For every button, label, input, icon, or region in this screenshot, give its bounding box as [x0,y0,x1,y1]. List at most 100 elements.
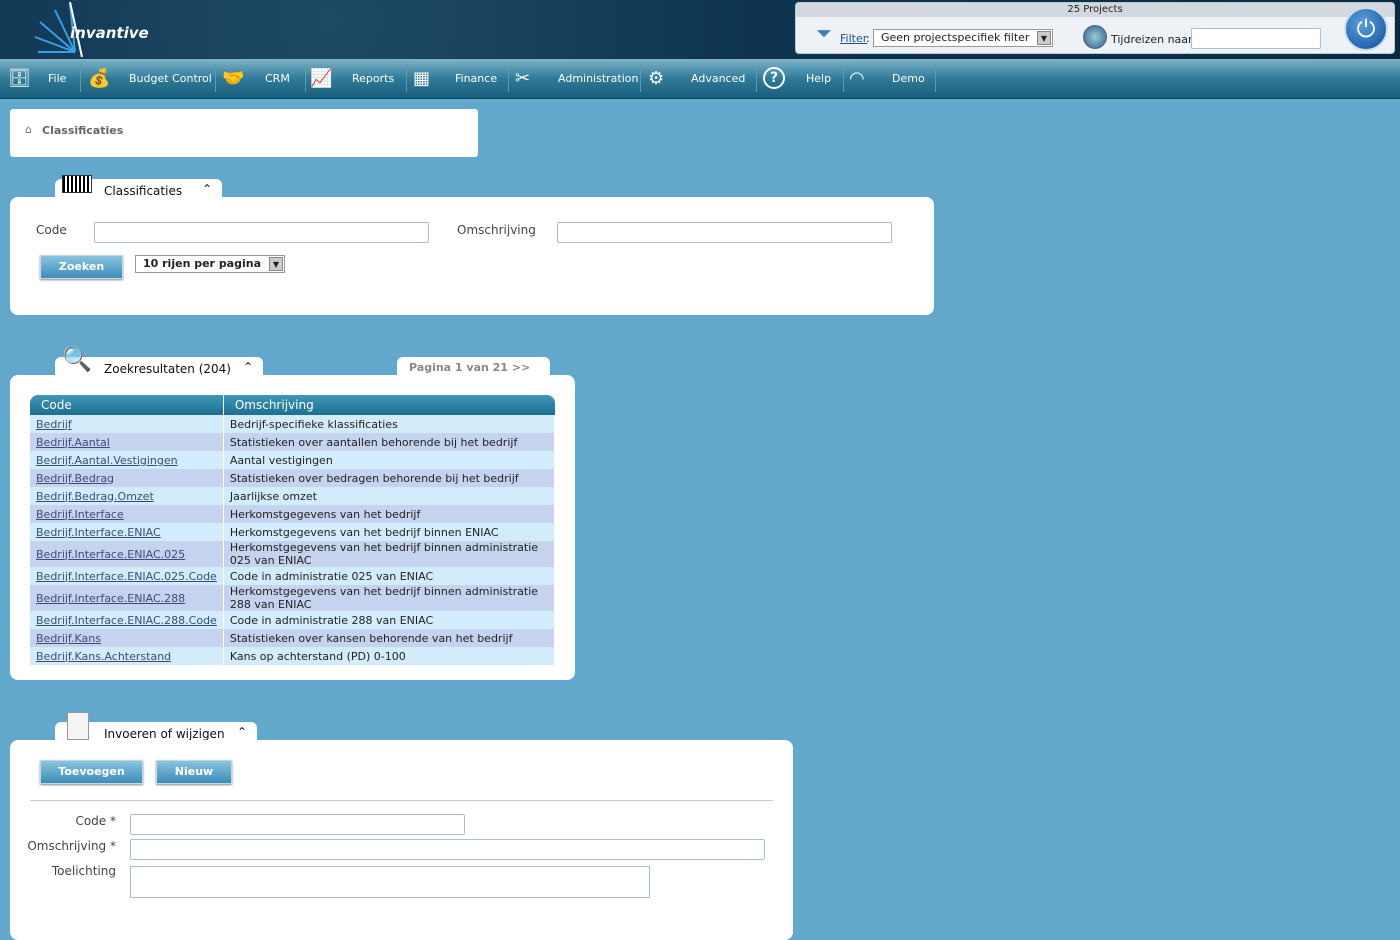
code-search-input[interactable] [94,222,429,243]
search-button[interactable]: Zoeken [40,255,123,279]
code-link[interactable]: Bedrijf.Aantal.Vestigingen [36,454,178,467]
project-count: 25 Projects [796,3,1394,17]
rows-per-page-select[interactable]: 10 rijen per pagina ▼ [135,255,285,273]
filter-select[interactable]: Geen projectspecifiek filter ▼ [873,29,1053,47]
description-cell: Statistieken over kansen behorende van h… [223,629,556,647]
description-search-input[interactable] [557,222,892,243]
code-cell: Bedrijf.Interface.ENIAC.025.Code [30,567,224,585]
nav-item-help[interactable]: Help [806,59,831,99]
code-link[interactable]: Bedrijf.Interface.ENIAC.025.Code [36,570,217,583]
nav-separator [406,64,407,92]
nav-item-file[interactable]: File [48,59,66,99]
nav-item-reports[interactable]: Reports [352,59,394,99]
code-link[interactable]: Bedrijf [36,418,72,431]
help-icon: ? [763,67,785,89]
add-button[interactable]: Toevoegen [40,760,143,784]
time-travel-input[interactable] [1191,28,1321,49]
description-cell: Herkomstgegevens van het bedrijf binnen … [223,523,556,541]
edit-panel: Toevoegen Nieuw Code * Omschrijving * To… [10,740,793,940]
code-link[interactable]: Bedrijf.Interface.ENIAC.288 [36,592,185,605]
table-row[interactable]: Bedrijf.Interface.ENIAC.288.Code Code in … [30,611,556,629]
tools-icon: ✂ [515,68,531,89]
search-panel: Code Omschrijving Zoeken 10 rijen per pa… [10,197,934,315]
nav-separator [935,64,936,92]
description-cell: Bedrijf-specifieke klassificaties [223,415,556,433]
power-button[interactable]: ⏻ [1344,7,1388,51]
filter-icon: ⏷ [816,21,832,45]
nav-separator [215,64,216,92]
code-link[interactable]: Bedrijf.Kans [36,632,101,645]
code-link[interactable]: Bedrijf.Bedrag [36,472,114,485]
time-travel-icon [1083,25,1107,49]
column-header-description[interactable]: Omschrijving [223,395,555,415]
code-link[interactable]: Bedrijf.Bedrag.Omzet [36,490,154,503]
code-link[interactable]: Bedrijf.Interface [36,508,124,521]
table-row[interactable]: Bedrijf Bedrijf-specifieke klassificaties [30,415,556,433]
collapse-icon[interactable]: ⌃ [243,360,253,374]
demo-logo-icon: ◠ [849,68,865,89]
nav-separator [843,64,844,92]
handshake-icon: 🤝 [222,68,245,89]
nav-item-crm[interactable]: CRM [265,59,290,99]
description-cell: Jaarlijkse omzet [223,487,556,505]
results-panel-tab[interactable]: 🔍 Zoekresultaten (204) ⌃ [55,345,263,377]
table-row[interactable]: Bedrijf.Aantal.Vestigingen Aantal vestigi… [30,451,556,469]
table-row[interactable]: Bedrijf.Interface Herkomstgegevens van he… [30,505,556,523]
collapse-icon[interactable]: ⌃ [237,725,247,739]
nav-item-demo[interactable]: Demo [892,59,925,99]
home-icon: ⌂ [25,123,32,136]
nav-item-finance[interactable]: Finance [455,59,497,99]
edit-panel-tab[interactable]: Invoeren of wijzigen ⌃ [55,712,257,742]
description-cell: Code in administratie 288 van ENIAC [223,611,556,629]
code-cell: Bedrijf.Aantal.Vestigingen [30,451,224,469]
filter-link[interactable]: Filter [840,32,867,45]
code-cell: Bedrijf.Interface [30,505,224,523]
column-header-code[interactable]: Code [30,395,224,415]
description-cell: Herkomstgegevens van het bedrijf binnen … [223,541,556,567]
code-link[interactable]: Bedrijf.Interface.ENIAC.025 [36,548,185,561]
collapse-icon[interactable]: ⌃ [202,182,212,196]
breadcrumb: ⌂ Classificaties [10,109,478,157]
table-row[interactable]: Bedrijf.Bedrag.Omzet Jaarlijkse omzet [30,487,556,505]
code-cell: Bedrijf.Interface.ENIAC.288.Code [30,611,224,629]
pagination[interactable]: Pagina 1 van 21 >> >| [397,357,550,387]
code-cell: Bedrijf.Interface.ENIAC.288 [30,585,224,611]
table-row[interactable]: Bedrijf.Interface.ENIAC.025.Code Code in … [30,567,556,585]
breadcrumb-current: Classificaties [42,124,124,137]
project-bar: 25 Projects ⏷ Filter: Geen projectspecif… [795,2,1395,54]
description-cell: Code in administratie 025 van ENIAC [223,567,556,585]
code-link[interactable]: Bedrijf.Interface.ENIAC.288.Code [36,614,217,627]
table-row[interactable]: Bedrijf.Bedrag Statistieken over bedragen… [30,469,556,487]
code-link[interactable]: Bedrijf.Interface.ENIAC [36,526,161,539]
time-travel-label: Tijdreizen naar: [1111,33,1197,46]
description-input[interactable] [130,839,765,860]
gears-icon: ⚙ [648,68,665,89]
description-cell: Statistieken over bedragen behorende bij… [223,469,556,487]
table-row[interactable]: Bedrijf.Interface.ENIAC.288 Herkomstgegev… [30,585,556,611]
chevron-down-icon: ▼ [269,257,283,271]
nav-item-advanced[interactable]: Advanced [691,59,745,99]
new-button[interactable]: Nieuw [156,760,232,784]
description-cell: Statistieken over aantallen behorende bi… [223,433,556,451]
table-row[interactable]: Bedrijf.Interface.ENIAC.025 Herkomstgegev… [30,541,556,567]
code-input[interactable] [130,814,465,835]
note-textarea[interactable] [130,866,650,898]
colon: : [866,32,870,45]
code-cell: Bedrijf.Aantal [30,433,224,451]
pen-paper-icon [67,712,89,740]
presentation-icon: 📈 [310,68,333,89]
code-cell: Bedrijf.Interface.ENIAC.025 [30,541,224,567]
code-link[interactable]: Bedrijf.Aantal [36,436,110,449]
table-row[interactable]: Bedrijf.Interface.ENIAC Herkomstgegevens … [30,523,556,541]
table-row[interactable]: Bedrijf.Kans.Achterstand Kans op achterst… [30,647,556,665]
nav-item-administration[interactable]: Administration [558,59,639,99]
cabinet-icon: 🗄 [8,68,31,89]
table-row[interactable]: Bedrijf.Aantal Statistieken over aantalle… [30,433,556,451]
search-panel-tab[interactable]: Classificaties ⌃ [55,175,222,199]
nav-item-budget-control[interactable]: Budget Control [129,59,212,99]
magnifier-icon: 🔍 [62,345,92,373]
nav-separator [640,64,641,92]
table-row[interactable]: Bedrijf.Kans Statistieken over kansen beh… [30,629,556,647]
code-cell: Bedrijf.Kans.Achterstand [30,647,224,665]
code-link[interactable]: Bedrijf.Kans.Achterstand [36,650,171,663]
